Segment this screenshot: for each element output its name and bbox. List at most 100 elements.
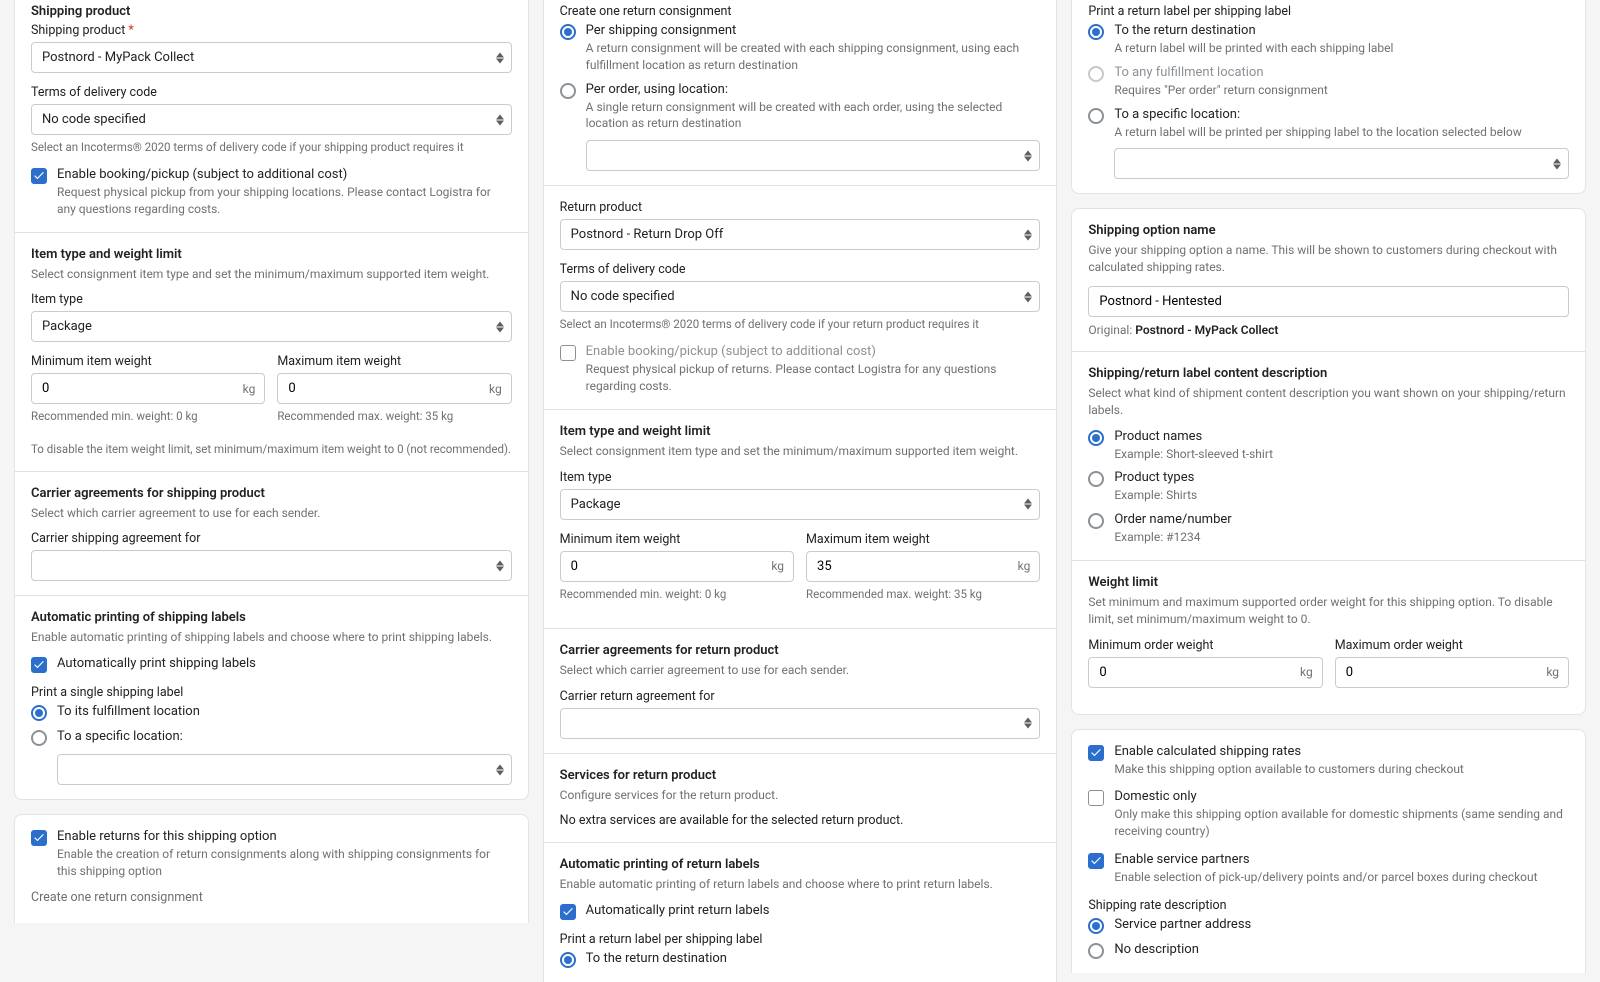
max-order-weight-input[interactable] — [1335, 657, 1569, 688]
specific-location-radio[interactable] — [1088, 108, 1104, 124]
field-label: Return product — [560, 200, 1041, 215]
section-sub: Select which carrier agreement to use fo… — [31, 505, 512, 522]
radio-sub: Example: #1234 — [1114, 529, 1231, 546]
unit-label: kg — [489, 382, 502, 396]
section-sub: Give your shipping option a name. This w… — [1088, 242, 1569, 276]
terms-delivery-select[interactable]: No code specified — [31, 104, 512, 135]
section-title: Automatic printing of return labels — [560, 857, 1041, 872]
per-order-location-select[interactable] — [586, 140, 1041, 171]
carrier-agreement-select[interactable] — [31, 550, 512, 581]
return-dest-radio[interactable] — [560, 952, 576, 968]
radio-label: To a specific location: — [57, 729, 183, 744]
calc-rates-checkbox[interactable] — [1088, 745, 1104, 761]
shipping-product-select[interactable]: Postnord - MyPack Collect — [31, 42, 512, 73]
radio-label: To its fulfillment location — [57, 704, 200, 719]
auto-print-checkbox[interactable] — [31, 657, 47, 673]
field-label: Print a single shipping label — [31, 685, 512, 700]
section-title: Carrier agreements for shipping product — [31, 486, 512, 501]
section-sub: Enable automatic printing of shipping la… — [31, 629, 512, 646]
field-label: Minimum order weight — [1088, 638, 1322, 653]
any-fulfillment-radio[interactable] — [1088, 66, 1104, 82]
checkbox-label: Automatically print return labels — [586, 903, 770, 918]
section-sub: Enable automatic printing of return labe… — [560, 876, 1041, 893]
help-text: Recommended max. weight: 35 kg — [806, 586, 1040, 602]
partner-address-radio[interactable] — [1088, 918, 1104, 934]
field-label: Maximum item weight — [277, 354, 511, 369]
radio-label: To the return destination — [586, 951, 727, 966]
field-label: Shipping rate description — [1088, 898, 1569, 913]
radio-sub: A single return consignment will be crea… — [586, 99, 1041, 133]
return-specific-location-select[interactable] — [1114, 148, 1569, 179]
option-name-input[interactable] — [1088, 286, 1569, 317]
radio-label: Product names — [1114, 429, 1273, 444]
specific-location-select[interactable] — [57, 754, 512, 785]
section-title: Item type and weight limit — [560, 424, 1041, 439]
returns-card: Enable returns for this shipping option … — [14, 814, 529, 923]
field-label: Minimum item weight — [31, 354, 265, 369]
field-label: Shipping product * — [31, 23, 512, 38]
radio-label: Per order, using location: — [586, 82, 1041, 97]
domestic-only-checkbox[interactable] — [1088, 790, 1104, 806]
checkbox-label: Domestic only — [1114, 789, 1569, 804]
return-item-type-select[interactable]: Package — [560, 489, 1041, 520]
section-title: Automatic printing of shipping labels — [31, 610, 512, 625]
auto-print-return-checkbox[interactable] — [560, 904, 576, 920]
min-order-weight-input[interactable] — [1088, 657, 1322, 688]
section-title: Shipping/return label content descriptio… — [1088, 366, 1569, 381]
order-number-radio[interactable] — [1088, 513, 1104, 529]
unit-label: kg — [1546, 665, 1559, 679]
checkout-options-card: Enable calculated shipping rates Make th… — [1071, 729, 1586, 973]
radio-label: No description — [1114, 942, 1199, 957]
section-sub: Select consignment item type and set the… — [560, 443, 1041, 460]
radio-label: To any fulfillment location — [1114, 65, 1327, 80]
enable-booking-checkbox[interactable] — [31, 168, 47, 184]
return-max-weight-input[interactable] — [806, 551, 1040, 582]
specific-location-radio[interactable] — [31, 730, 47, 746]
radio-sub: Example: Shirts — [1114, 487, 1197, 504]
cutoff-label: Create one return consignment — [31, 890, 512, 905]
checkbox-label: Automatically print shipping labels — [57, 656, 256, 671]
radio-sub: A return consignment will be created wit… — [586, 40, 1041, 74]
checkbox-sub: Enable the creation of return consignmen… — [57, 846, 512, 880]
checkbox-sub: Request physical pickup from your shippi… — [57, 184, 512, 218]
min-weight-input[interactable] — [31, 373, 265, 404]
max-weight-input[interactable] — [277, 373, 511, 404]
per-consignment-radio[interactable] — [560, 24, 576, 40]
option-name-card: Shipping option name Give your shipping … — [1071, 208, 1586, 714]
section-sub: Select consignment item type and set the… — [31, 266, 512, 283]
product-types-radio[interactable] — [1088, 471, 1104, 487]
fulfillment-location-radio[interactable] — [31, 705, 47, 721]
field-label: Create one return consignment — [560, 4, 1041, 19]
return-booking-checkbox[interactable] — [560, 345, 576, 361]
field-label: Minimum item weight — [560, 532, 794, 547]
enable-returns-checkbox[interactable] — [31, 830, 47, 846]
shipping-product-card: Shipping product Shipping product * Post… — [14, 0, 529, 800]
no-description-radio[interactable] — [1088, 943, 1104, 959]
radio-label: Order name/number — [1114, 512, 1231, 527]
help-text: Recommended max. weight: 35 kg — [277, 408, 511, 424]
per-order-radio[interactable] — [560, 83, 576, 99]
service-partners-checkbox[interactable] — [1088, 853, 1104, 869]
section-title: Shipping option name — [1088, 223, 1569, 238]
help-text: Select an Incoterms® 2020 terms of deliv… — [31, 139, 512, 155]
return-carrier-select[interactable] — [560, 708, 1041, 739]
return-product-select[interactable]: Postnord - Return Drop Off — [560, 219, 1041, 250]
radio-sub: A return label will be printed with each… — [1114, 40, 1393, 57]
return-min-weight-input[interactable] — [560, 551, 794, 582]
return-dest-radio[interactable] — [1088, 24, 1104, 40]
unit-label: kg — [1300, 665, 1313, 679]
field-label: Carrier return agreement for — [560, 689, 1041, 704]
return-terms-select[interactable]: No code specified — [560, 281, 1041, 312]
checkbox-sub: Make this shipping option available to c… — [1114, 761, 1464, 778]
section-title: Carrier agreements for return product — [560, 643, 1041, 658]
return-config-card: Create one return consignment Per shippi… — [543, 0, 1058, 982]
section-title: Weight limit — [1088, 575, 1569, 590]
product-names-radio[interactable] — [1088, 430, 1104, 446]
radio-sub: Requires "Per order" return consignment — [1114, 82, 1327, 99]
services-none-text: No extra services are available for the … — [560, 813, 1041, 828]
radio-label: Service partner address — [1114, 917, 1251, 932]
item-type-select[interactable]: Package — [31, 311, 512, 342]
field-label: Terms of delivery code — [560, 262, 1041, 277]
original-name-text: Original: Postnord - MyPack Collect — [1088, 323, 1569, 337]
radio-label: Per shipping consignment — [586, 23, 1041, 38]
